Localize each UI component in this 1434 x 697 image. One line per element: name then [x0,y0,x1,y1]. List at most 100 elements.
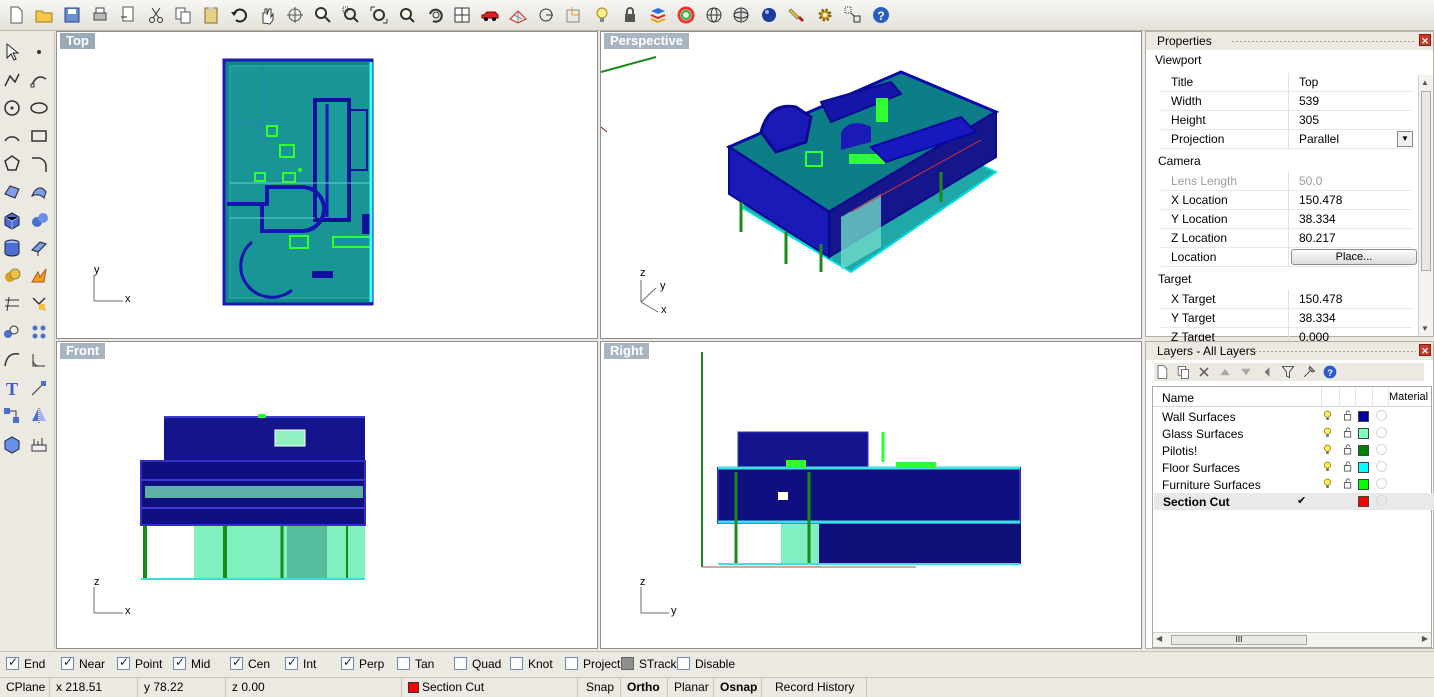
undo-icon[interactable] [227,3,251,27]
osnap-project[interactable]: Project [565,657,620,673]
checkbox[interactable] [510,657,523,670]
select-arrow-icon[interactable] [0,40,24,64]
pan-hand-icon[interactable] [255,3,279,27]
filter-icon[interactable] [1280,364,1296,380]
grid-options-icon[interactable] [506,3,530,27]
osnap-point[interactable]: Point [117,655,162,673]
scroll-right-icon[interactable]: ▶ [1422,634,1428,643]
property-value[interactable]: 80.217 [1299,231,1336,245]
checkbox[interactable] [454,657,467,670]
close-icon[interactable]: ✕ [1419,34,1431,46]
surface-icon[interactable] [0,180,24,204]
boolean-icon[interactable] [0,264,24,288]
ortho-toggle[interactable]: Ortho [621,678,668,697]
split-icon[interactable] [0,292,24,316]
new-file-icon[interactable] [4,3,28,27]
arc-icon[interactable] [0,124,24,148]
osnap-end[interactable]: End [6,655,45,673]
scroll-thumb[interactable] [1421,91,1431,271]
extrude-icon[interactable] [27,236,51,260]
blast-icon[interactable] [27,264,51,288]
import-icon[interactable] [116,3,140,27]
light-bulb-icon[interactable] [590,3,614,27]
unlock-icon[interactable] [1343,461,1353,472]
cplane-label[interactable]: CPlane [0,678,50,697]
cut-icon[interactable] [144,3,168,27]
open-folder-icon[interactable] [32,3,56,27]
print-icon[interactable] [88,3,112,27]
checkbox[interactable] [6,655,19,670]
new-layer-icon[interactable] [1154,364,1170,380]
move-parent-icon[interactable] [1259,364,1275,380]
tools-icon[interactable] [1301,364,1317,380]
scroll-thumb[interactable]: III [1171,635,1307,645]
copy-icon[interactable] [171,3,195,27]
grouping-icon[interactable] [841,3,865,27]
move-up-icon[interactable] [1217,364,1233,380]
zoom-icon[interactable] [311,3,335,27]
properties-scrollbar[interactable]: ▲ ▼ [1418,75,1433,336]
light-bulb-icon[interactable] [1323,461,1332,472]
layer-name[interactable]: Furniture Surfaces [1162,478,1261,492]
layer-color-icon[interactable] [646,3,670,27]
column-material[interactable]: Material [1389,391,1428,403]
layer-row[interactable]: Furniture Surfaces [1154,476,1434,493]
osnap-strack[interactable]: STrack [621,657,677,673]
osnap-mid[interactable]: Mid [173,655,210,673]
ellipse-icon[interactable] [27,96,51,120]
material-icon[interactable] [1376,444,1387,455]
rectangle-icon[interactable] [27,124,51,148]
color-wheel-icon[interactable] [674,3,698,27]
bend-icon[interactable] [0,348,24,372]
viewport-top[interactable]: Top y x [56,31,598,339]
save-icon[interactable] [60,3,84,27]
checkbox[interactable] [173,655,186,670]
layer-row[interactable]: Wall Surfaces [1154,408,1434,425]
material-icon[interactable] [1376,461,1387,472]
osnap-near[interactable]: Near [61,655,105,673]
osnap-disable[interactable]: Disable [677,657,735,673]
viewport-perspective[interactable]: Perspective z y x [600,31,1142,339]
osnap-toggle[interactable]: Osnap [714,678,762,697]
move-down-icon[interactable] [1238,364,1254,380]
object-snap-icon[interactable] [534,3,558,27]
paint-brush-icon[interactable] [785,3,809,27]
sphere-wire-icon[interactable] [702,3,726,27]
property-value[interactable]: 150.478 [1299,193,1342,207]
checkbox[interactable] [341,655,354,670]
mirror-icon[interactable] [27,404,51,428]
rotate-view-icon[interactable] [283,3,307,27]
fillet-edge-icon[interactable] [27,348,51,372]
circle-icon[interactable] [0,96,24,120]
loft-icon[interactable] [27,180,51,204]
car-render-icon[interactable] [478,3,502,27]
lock-icon[interactable] [618,3,642,27]
cylinder-icon[interactable] [0,236,24,260]
light-bulb-icon[interactable] [1323,410,1332,421]
panel-grip[interactable] [1231,40,1416,43]
sphere-icon[interactable] [27,208,51,232]
curve-icon[interactable] [27,68,51,92]
cage-icon[interactable] [0,432,24,456]
array-icon[interactable] [27,320,51,344]
layer-name[interactable]: Wall Surfaces [1162,410,1236,424]
undo-view-icon[interactable] [423,3,447,27]
property-value[interactable]: 38.334 [1299,212,1336,226]
light-bulb-icon[interactable] [1323,427,1332,438]
four-viewports-icon[interactable] [450,3,474,27]
dimension-icon[interactable] [27,376,51,400]
property-value[interactable]: Parallel [1299,132,1339,146]
material-icon[interactable] [1376,495,1387,506]
viewport-title[interactable]: Perspective [604,33,689,49]
unlock-icon[interactable] [1343,410,1353,421]
viewport-right[interactable]: Right z y [600,341,1142,649]
paste-icon[interactable] [199,3,223,27]
osnap-cen[interactable]: Cen [230,655,270,673]
light-bulb-icon[interactable] [1323,478,1332,489]
sphere-render-icon[interactable] [757,3,781,27]
checkbox[interactable] [117,655,130,670]
column-name[interactable]: Name [1162,391,1194,405]
checkbox[interactable] [397,657,410,670]
zoom-extents-icon[interactable] [367,3,391,27]
layer-row[interactable]: Glass Surfaces [1154,425,1434,442]
